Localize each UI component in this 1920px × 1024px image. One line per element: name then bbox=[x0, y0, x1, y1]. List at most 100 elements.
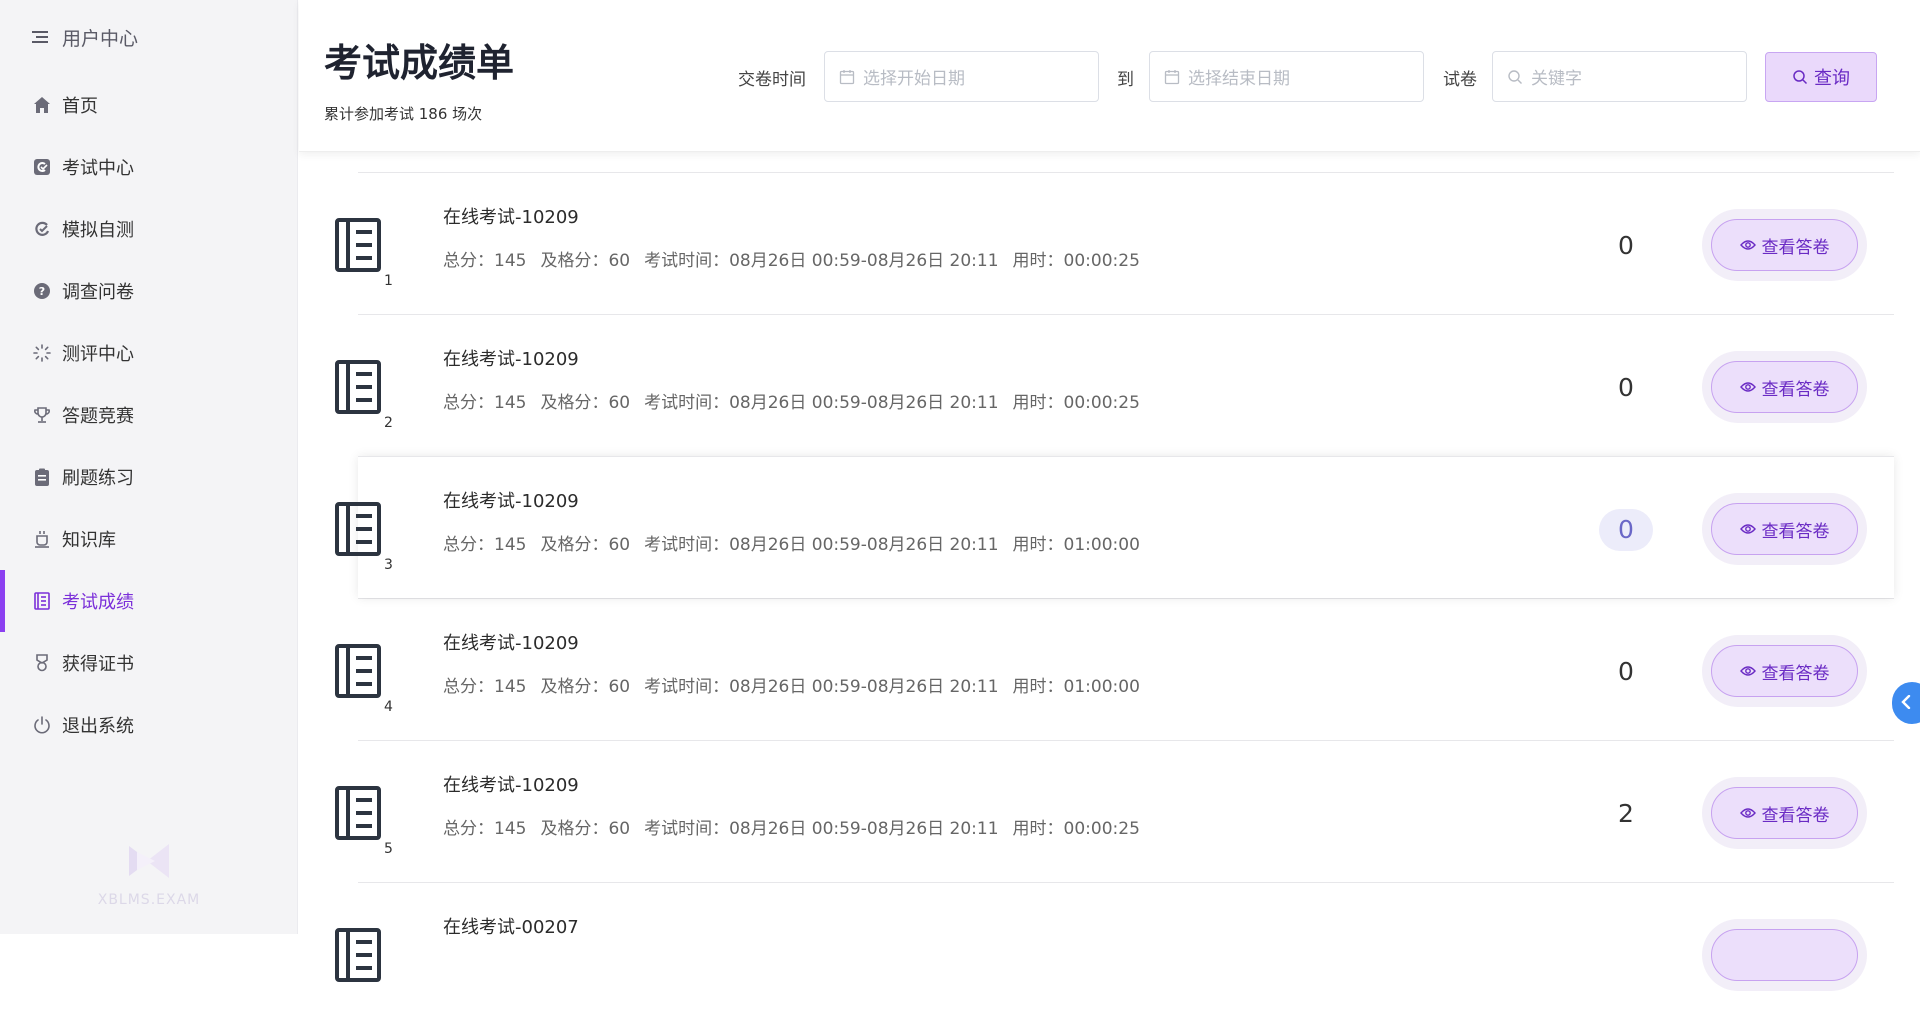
exam-time: 考试时间：08月26日 00:59-08月26日 20:11 bbox=[644, 393, 999, 413]
submit-time-label: 交卷时间 bbox=[738, 70, 806, 90]
page-header: 考试成绩单 累计参加考试 186 场次 交卷时间 选择开始日期 到 选择结束日期… bbox=[299, 0, 1920, 152]
keyword-placeholder: 关键字 bbox=[1531, 69, 1582, 89]
exam-title: 在线考试-10209 bbox=[443, 775, 579, 796]
sidebar-item-exam-center[interactable]: 考试中心 bbox=[0, 136, 297, 198]
view-answer-label: 查看答卷 bbox=[1761, 663, 1830, 684]
sidebar-item-label: 答题竞赛 bbox=[62, 406, 134, 427]
svg-text:?: ? bbox=[39, 285, 45, 298]
view-answer-button[interactable]: 查看答卷 bbox=[1711, 503, 1858, 555]
eye-icon bbox=[1739, 665, 1756, 677]
sidebar-header[interactable]: 用户中心 bbox=[0, 0, 297, 74]
answer-button-wrap: 查看答卷 bbox=[1702, 635, 1867, 707]
answer-button-wrap: 查看答卷 bbox=[1702, 777, 1867, 849]
document-icon bbox=[334, 643, 382, 703]
start-date-placeholder: 选择开始日期 bbox=[863, 69, 965, 89]
row-index: 1 bbox=[384, 273, 393, 289]
sidebar-item-label: 首页 bbox=[62, 96, 98, 117]
exam-time: 考试时间：08月26日 00:59-08月26日 20:11 bbox=[644, 677, 999, 697]
duration: 用时：00:00:25 bbox=[1012, 251, 1140, 271]
list-item: 在线考试-00207 bbox=[335, 882, 1894, 1024]
sidebar-item-self-test[interactable]: 模拟自测 bbox=[0, 198, 297, 260]
power-icon bbox=[32, 715, 52, 735]
self-test-icon bbox=[32, 219, 52, 239]
score: 2 bbox=[1618, 799, 1634, 828]
row-index: 3 bbox=[384, 557, 393, 573]
row-index: 2 bbox=[384, 415, 393, 431]
document-icon bbox=[334, 785, 382, 845]
document-icon bbox=[334, 927, 382, 987]
list-item: 1 在线考试-10209 总分：145 及格分：60 考试时间：08月26日 00:… bbox=[335, 172, 1894, 314]
exam-title: 在线考试-10209 bbox=[443, 633, 579, 654]
sidebar-item-survey[interactable]: ? 调查问卷 bbox=[0, 260, 297, 322]
page-title: 考试成绩单 bbox=[324, 41, 515, 85]
sidebar-item-label: 测评中心 bbox=[62, 344, 134, 365]
sidebar: 用户中心 首页 考试中心 模拟自测 ? 调查问卷 测评中心 答题竞赛 刷题练习 … bbox=[0, 0, 298, 934]
sidebar-item-home[interactable]: 首页 bbox=[0, 74, 297, 136]
question-icon: ? bbox=[32, 281, 52, 301]
chevron-left-icon bbox=[1900, 694, 1912, 713]
list-item: 3 在线考试-10209 总分：145 及格分：60 考试时间：08月26日 00:… bbox=[335, 456, 1894, 598]
view-answer-button[interactable]: 查看答卷 bbox=[1711, 787, 1858, 839]
trophy-icon bbox=[32, 405, 52, 425]
list-item: 4 在线考试-10209 总分：145 及格分：60 考试时间：08月26日 00:… bbox=[335, 598, 1894, 740]
collapse-panel-toggle[interactable] bbox=[1892, 682, 1920, 724]
results-list: 1 在线考试-10209 总分：145 及格分：60 考试时间：08月26日 00:… bbox=[335, 172, 1894, 1024]
search-button-label: 查询 bbox=[1814, 68, 1850, 89]
report-icon bbox=[32, 591, 52, 611]
sidebar-item-logout[interactable]: 退出系统 bbox=[0, 694, 297, 756]
score: 0 bbox=[1618, 231, 1634, 260]
sidebar-item-assessment[interactable]: 测评中心 bbox=[0, 322, 297, 384]
score: 0 bbox=[1618, 373, 1634, 402]
sidebar-header-label: 用户中心 bbox=[62, 27, 139, 50]
end-date-input[interactable]: 选择结束日期 bbox=[1149, 51, 1424, 102]
sidebar-item-practice[interactable]: 刷题练习 bbox=[0, 446, 297, 508]
document-icon bbox=[334, 217, 382, 277]
view-answer-label: 查看答卷 bbox=[1761, 521, 1830, 542]
clipboard-icon bbox=[32, 467, 52, 487]
view-answer-button[interactable]: 查看答卷 bbox=[1711, 361, 1858, 413]
answer-button-wrap: 查看答卷 bbox=[1702, 351, 1867, 423]
sidebar-item-exam-results[interactable]: 考试成绩 bbox=[0, 570, 297, 632]
exam-time: 考试时间：08月26日 00:59-08月26日 20:11 bbox=[644, 535, 999, 555]
brand-logo-icon bbox=[129, 844, 169, 878]
exam-time: 考试时间：08月26日 00:59-08月26日 20:11 bbox=[644, 819, 999, 839]
home-icon bbox=[32, 95, 52, 115]
exam-meta: 总分：145 及格分：60 考试时间：08月26日 00:59-08月26日 20:… bbox=[443, 530, 1154, 555]
answer-button-wrap: 查看答卷 bbox=[1702, 209, 1867, 281]
exam-meta: 总分：145 及格分：60 考试时间：08月26日 00:59-08月26日 20:… bbox=[443, 388, 1154, 413]
loading-icon bbox=[32, 343, 52, 363]
list-item: 5 在线考试-10209 总分：145 及格分：60 考试时间：08月26日 00:… bbox=[335, 740, 1894, 882]
exam-time: 考试时间：08月26日 00:59-08月26日 20:11 bbox=[644, 251, 999, 271]
view-answer-button[interactable] bbox=[1711, 929, 1858, 981]
duration: 用时：01:00:00 bbox=[1012, 535, 1140, 555]
pass-score: 及格分：60 bbox=[540, 535, 631, 555]
exam-title: 在线考试-10209 bbox=[443, 207, 579, 228]
view-answer-label: 查看答卷 bbox=[1761, 805, 1830, 826]
search-icon bbox=[1507, 69, 1523, 85]
eye-icon bbox=[1739, 381, 1756, 393]
total-score: 总分：145 bbox=[443, 535, 527, 555]
score: 0 bbox=[1599, 509, 1653, 551]
sidebar-item-label: 考试中心 bbox=[62, 158, 134, 179]
sidebar-item-competition[interactable]: 答题竞赛 bbox=[0, 384, 297, 446]
view-answer-button[interactable]: 查看答卷 bbox=[1711, 645, 1858, 697]
calendar-icon bbox=[839, 69, 855, 85]
keyword-input[interactable]: 关键字 bbox=[1492, 51, 1747, 102]
eye-icon bbox=[1739, 807, 1756, 819]
sidebar-item-knowledge[interactable]: 知识库 bbox=[0, 508, 297, 570]
duration: 用时：00:00:25 bbox=[1012, 393, 1140, 413]
total-score: 总分：145 bbox=[443, 677, 527, 697]
row-index: 4 bbox=[384, 699, 393, 715]
exam-meta: 总分：145 及格分：60 考试时间：08月26日 00:59-08月26日 20:… bbox=[443, 672, 1154, 697]
answer-button-wrap bbox=[1702, 919, 1867, 991]
search-button[interactable]: 查询 bbox=[1765, 52, 1877, 102]
answer-button-wrap: 查看答卷 bbox=[1702, 493, 1867, 565]
sidebar-item-label: 调查问卷 bbox=[62, 282, 134, 303]
sidebar-item-certificates[interactable]: 获得证书 bbox=[0, 632, 297, 694]
row-index: 5 bbox=[384, 841, 393, 857]
page-subtitle: 累计参加考试 186 场次 bbox=[324, 105, 483, 123]
view-answer-button[interactable]: 查看答卷 bbox=[1711, 219, 1858, 271]
start-date-input[interactable]: 选择开始日期 bbox=[824, 51, 1099, 102]
sidebar-item-label: 获得证书 bbox=[62, 654, 134, 675]
eye-icon bbox=[1739, 523, 1756, 535]
